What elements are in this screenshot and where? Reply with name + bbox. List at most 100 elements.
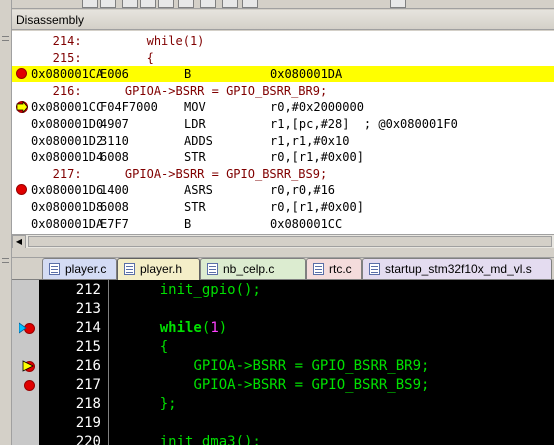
asm-line[interactable]: 0x080001CA E006 B 0x080001DA <box>12 66 554 83</box>
breakpoint-icon[interactable] <box>16 68 27 80</box>
disassembly-horizontal-scrollbar[interactable]: ◀ <box>12 234 554 249</box>
opcode: E7F7 <box>100 216 129 231</box>
operands: r1,r1,#0x10 <box>270 133 350 148</box>
address: 0x080001D0 <box>31 117 104 131</box>
operands: r0,r0,#16 <box>270 183 336 198</box>
address: 0x080001CA <box>31 67 104 82</box>
code-text: GPIOA->BSRR = GPIO_BSRR_BR9; <box>126 357 429 376</box>
asm-line[interactable]: 0x080001D0 4907 LDR r1,[pc,#28] ; @0x080001… <box>12 116 554 132</box>
source-line[interactable]: 214: while(1) <box>12 33 554 49</box>
tab-label: player.h <box>140 262 183 276</box>
asm-line[interactable]: 0x080001D4 6008 STR r0,[r1,#0x00] <box>12 149 554 165</box>
line-number: 217 <box>75 377 101 393</box>
mnemonic: ADDS <box>184 133 213 148</box>
source-line[interactable]: 215: { <box>12 50 554 66</box>
code-content: init_dma3(); <box>159 434 261 445</box>
opcode: 6008 <box>100 200 129 214</box>
editor-line[interactable]: 216 GPIOA->BSRR = GPIO_BSRR_BR9; <box>12 357 554 376</box>
operands: 0x080001DA <box>270 67 343 82</box>
code-text: { <box>126 338 168 357</box>
window-splitter[interactable] <box>12 248 554 258</box>
disassembly-view[interactable]: 214: while(1) 215: {0x080001CA E006 B 0x080… <box>12 31 554 234</box>
editor-line[interactable]: 215 { <box>12 338 554 357</box>
mnemonic: B <box>184 67 192 82</box>
code-text: init_dma3(); <box>126 433 261 445</box>
toolbar-button[interactable] <box>178 0 194 8</box>
line-number: 215 <box>75 339 101 355</box>
line-number: 213 <box>75 301 101 317</box>
breakpoint-arrow-icon[interactable] <box>16 100 28 114</box>
strip-notch <box>2 40 9 41</box>
file-tab-bar: player.c player.h nb_celp.c rtc.c startup_st… <box>12 258 554 280</box>
opcode: 6008 <box>100 150 129 165</box>
tab-startup-stm32f10x-md-vl-s[interactable]: startup_stm32f10x_md_vl.s <box>362 258 552 279</box>
code-text: }; <box>126 395 177 414</box>
file-icon <box>313 263 324 275</box>
source-text: 216: GPIOA->BSRR = GPIO_BSRR_BR9; <box>31 83 328 98</box>
editor-line[interactable]: 218 }; <box>12 395 554 414</box>
line-number: 218 <box>75 396 101 412</box>
toolbar-button[interactable] <box>390 0 406 8</box>
mnemonic: STR <box>184 200 206 214</box>
asm-line[interactable]: 0x080001DA E7F7 B 0x080001CC <box>12 216 554 232</box>
code-text: while(1) <box>126 319 227 338</box>
source-line[interactable]: 216: GPIOA->BSRR = GPIO_BSRR_BR9; <box>12 83 554 99</box>
editor-line[interactable]: 220 init_dma3(); <box>12 433 554 445</box>
toolbar-button[interactable] <box>122 0 138 8</box>
file-icon <box>369 263 380 275</box>
toolbar-button[interactable] <box>140 0 156 8</box>
editor-line[interactable]: 214 while(1) <box>12 319 554 338</box>
asm-line[interactable]: 0x080001D6 1400 ASRS r0,r0,#16 <box>12 182 554 198</box>
opcode: 4907 <box>100 117 129 131</box>
code-content: init_gpio(); <box>159 282 261 298</box>
operands: r0,[r1,#0x00] <box>270 200 364 214</box>
toolbar-button[interactable] <box>242 0 258 8</box>
code-text: init_gpio(); <box>126 281 261 300</box>
scroll-left-icon[interactable]: ◀ <box>12 235 26 249</box>
breakpoint-icon[interactable] <box>24 380 35 391</box>
left-panel-strip <box>0 0 12 445</box>
source-line[interactable]: 217: GPIOA->BSRR = GPIO_BSRR_BS9; <box>12 166 554 182</box>
opcode: 1400 <box>100 183 129 198</box>
asm-line[interactable]: 0x080001D2 3110 ADDS r1,r1,#0x10 <box>12 133 554 149</box>
keyword: while <box>159 320 202 336</box>
editor-line[interactable]: 212 init_gpio(); <box>12 281 554 300</box>
execution-arrow-icon[interactable] <box>22 359 36 373</box>
file-icon <box>49 263 60 275</box>
editor-line[interactable]: 219 <box>12 414 554 433</box>
toolbar-button[interactable] <box>158 0 174 8</box>
tab-player-c[interactable]: player.c <box>42 258 117 279</box>
tab-nb-celp-c[interactable]: nb_celp.c <box>200 258 306 279</box>
breakpoint-icon[interactable] <box>16 184 27 196</box>
toolbar <box>12 0 554 9</box>
toolbar-button[interactable] <box>222 0 238 8</box>
mnemonic: ASRS <box>184 183 213 198</box>
address: 0x080001D4 <box>31 150 104 165</box>
code-content: GPIOA->BSRR = GPIO_BSRR_BS9; <box>193 377 430 393</box>
operands: r1,[pc,#28] ; @0x080001F0 <box>270 117 458 131</box>
asm-line[interactable]: 0x080001D8 6008 STR r0,[r1,#0x00] <box>12 199 554 215</box>
address: 0x080001D6 <box>31 183 104 198</box>
tab-label: startup_stm32f10x_md_vl.s <box>385 262 532 276</box>
source-text: 215: { <box>31 50 154 65</box>
toolbar-button[interactable] <box>82 0 98 8</box>
source-editor[interactable]: 212 init_gpio(); 213 214 while(1) 215 {216 … <box>12 280 554 445</box>
code-content: { <box>159 339 169 355</box>
scrollbar-thumb[interactable] <box>28 236 552 247</box>
mnemonic: STR <box>184 150 206 165</box>
editor-line[interactable]: 213 <box>12 300 554 319</box>
asm-line[interactable]: 0x080001CC F04F7000 MOV r0,#0x2000000 <box>12 99 554 115</box>
toolbar-button[interactable] <box>100 0 116 8</box>
current-line-arrow-icon[interactable] <box>18 321 33 335</box>
address: 0x080001D8 <box>31 200 104 214</box>
file-icon <box>124 263 135 275</box>
strip-notch <box>2 258 9 259</box>
tab-rtc-c[interactable]: rtc.c <box>306 258 362 279</box>
code-content: GPIOA->BSRR = GPIO_BSRR_BR9; <box>193 358 430 374</box>
code-text: GPIOA->BSRR = GPIO_BSRR_BS9; <box>126 376 429 395</box>
opcode: F04F7000 <box>100 100 158 115</box>
opcode: 3110 <box>100 133 129 148</box>
editor-line[interactable]: 217 GPIOA->BSRR = GPIO_BSRR_BS9; <box>12 376 554 395</box>
tab-player-h[interactable]: player.h <box>117 258 200 280</box>
toolbar-button[interactable] <box>200 0 216 8</box>
